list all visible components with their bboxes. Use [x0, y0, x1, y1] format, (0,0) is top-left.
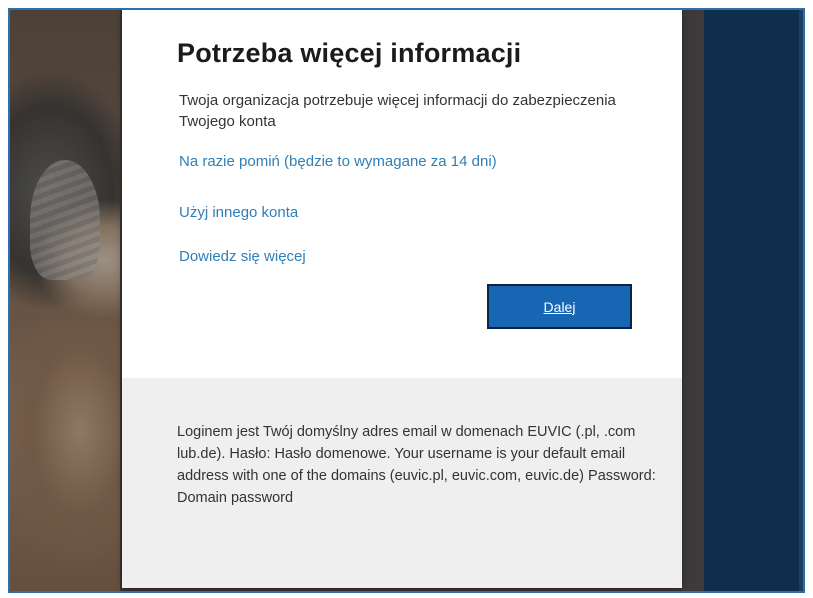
screenshot-frame: Potrzeba więcej informacji Twoja organiz…: [8, 8, 805, 593]
skip-for-now-link[interactable]: Na razie pomiń (będzie to wymagane za 14…: [179, 153, 497, 170]
login-info-text: Loginem jest Twój domyślny adres email w…: [177, 424, 656, 506]
learn-more-link[interactable]: Dowiedz się więcej: [179, 248, 306, 265]
background-photo: [10, 10, 120, 591]
dialog-footer: Loginem jest Twój domyślny adres email w…: [122, 378, 682, 588]
more-info-dialog: Potrzeba więcej informacji Twoja organiz…: [122, 10, 682, 588]
dialog-title: Potrzeba więcej informacji: [177, 38, 522, 68]
background-dark-panel: [704, 10, 799, 591]
background-photo-hat: [30, 160, 100, 280]
dialog-description: Twoja organizacja potrzebuje więcej info…: [179, 92, 616, 130]
use-another-account-link[interactable]: Użyj innego konta: [179, 204, 298, 221]
next-button[interactable]: Dalej: [487, 284, 632, 329]
background-gap: [682, 10, 704, 591]
background-edge: [799, 10, 803, 591]
dialog-body: Potrzeba więcej informacji Twoja organiz…: [122, 10, 682, 378]
